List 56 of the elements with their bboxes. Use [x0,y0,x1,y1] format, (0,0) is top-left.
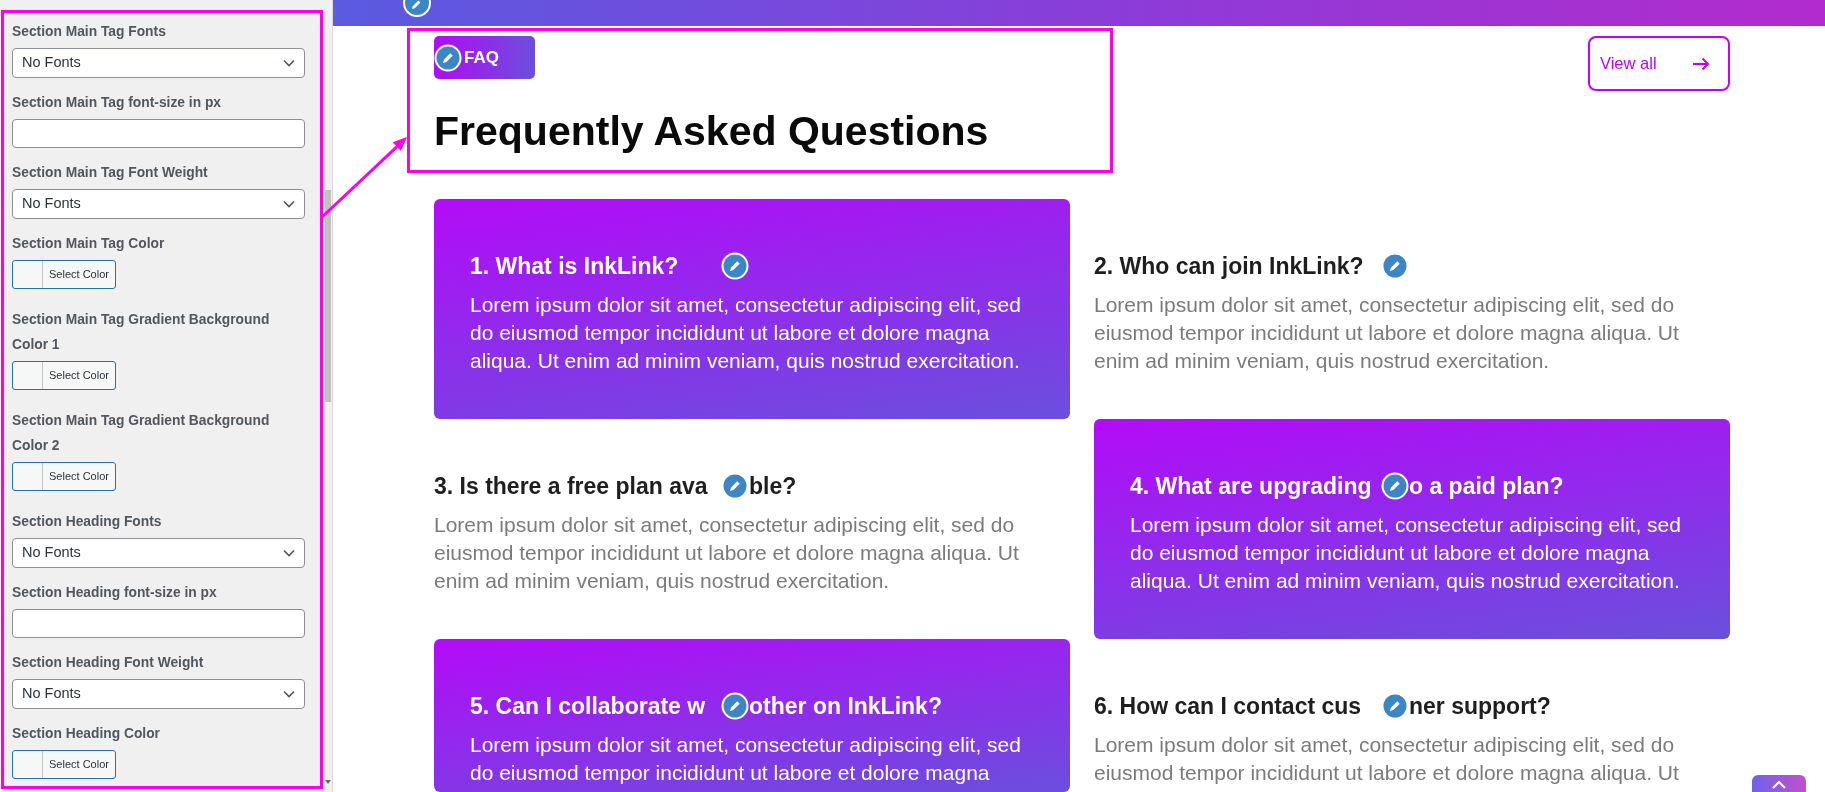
edit-icon[interactable] [434,43,462,72]
edit-icon[interactable] [1381,252,1409,280]
edit-icon[interactable] [721,692,749,720]
color-picker-button[interactable]: Select Color [12,461,116,491]
text-field[interactable] [12,608,305,638]
color-picker-button[interactable]: Select Color [12,749,116,779]
question-title: ner support? [1409,692,1551,721]
edit-icon[interactable] [1381,472,1409,500]
chevron-down-icon [283,548,295,557]
field-label: Section Heading Fonts [12,512,163,531]
question-title: 4. What are upgrading [1130,472,1373,501]
question-title: o a paid plan? [1409,472,1564,501]
tag-label: FAQ [464,46,499,69]
font-select[interactable]: No Fonts [12,188,305,219]
answer-text: Lorem ipsum dolor sit amet, consectetur adipiscing elit, sed do eiusmod tempor incididunt ut labore et dolore magna aliqua. Ut enim ad minim veniam, quis nostrud exercitation. [1094,292,1680,374]
field-label: Section Main Tag Gradient Background Color 2 [12,411,271,455]
answer-text: Lorem ipsum dolor sit amet, consectetur adipiscing elit, sed do eiusmod tempor incididunt ut labore et dolore magna aliqua. Ut enim ad minim veniam, quis nostrud exercitation. [470,292,1022,374]
scrollbar-thumb[interactable] [324,190,331,402]
field-label: Section Main Tag Font Weight [12,163,209,182]
field-label: Section Main Tag Fonts [12,22,167,41]
font-select[interactable]: No Fonts [12,678,305,709]
chevron-down-icon [283,58,295,67]
arrow-right-icon [1692,56,1710,71]
scroll-top-button[interactable] [1752,775,1806,792]
question-title: ble? [749,472,797,501]
color-picker-button[interactable]: Select Color [12,259,116,289]
question-title: 3. Is there a free plan ava [434,472,709,501]
edit-icon[interactable] [721,472,749,500]
text-field[interactable] [12,118,305,148]
scroll-down-arrow-icon[interactable] [324,780,331,784]
arrow-up-icon [1772,780,1786,789]
field-label: Section Heading Font Weight [12,653,205,672]
answer-text: Lorem ipsum dolor sit amet, consectetur adipiscing elit, sed do eiusmod tempor incididunt ut labore et dolore magna aliqua. Ut enim ad minim veniam, quis nostrud exercitation. [1130,512,1682,594]
field-label: Section Main Tag font-size in px [12,93,222,112]
edit-icon[interactable] [1381,692,1409,720]
answer-text: Lorem ipsum dolor sit amet, consectetur adipiscing elit, sed do eiusmod tempor incididunt ut labore et dolore magna aliqua. Ut [1094,732,1680,786]
question-title: other on InkLink? [749,692,942,721]
question-title: 2. Who can join InkLink? [1094,252,1365,281]
field-label: Section Heading font-size in px [12,583,218,602]
answer-text: Lorem ipsum dolor sit amet, consectetur adipiscing elit, sed do eiusmod tempor incididunt ut labore et dolore magna [470,732,1022,786]
question-title: 5. Can I collaborate w [470,692,707,721]
field-label: Section Main Tag Color [12,234,166,253]
chevron-down-icon [283,689,295,698]
question-title: 6. How can I contact cus [1094,692,1363,721]
answer-text: Lorem ipsum dolor sit amet, consectetur adipiscing elit, sed do eiusmod tempor incididunt ut labore et dolore magna aliqua. Ut enim ad minim veniam, quis nostrud exercitation. [434,512,1020,594]
field-label: Section Heading Color [12,724,161,743]
field-label: Section Main Tag Gradient Background Color 1 [12,310,271,354]
color-picker-button[interactable]: Select Color [12,360,116,390]
font-select[interactable]: No Fonts [12,537,305,568]
question-title: 1. What is InkLink? [470,252,680,281]
chevron-down-icon [283,199,295,208]
font-select[interactable]: No Fonts [12,47,305,78]
edit-icon[interactable] [721,252,749,280]
view-all-button[interactable]: View all [1588,36,1730,91]
edit-icon[interactable] [402,0,432,18]
section-heading: Frequently Asked Questions [434,107,990,156]
